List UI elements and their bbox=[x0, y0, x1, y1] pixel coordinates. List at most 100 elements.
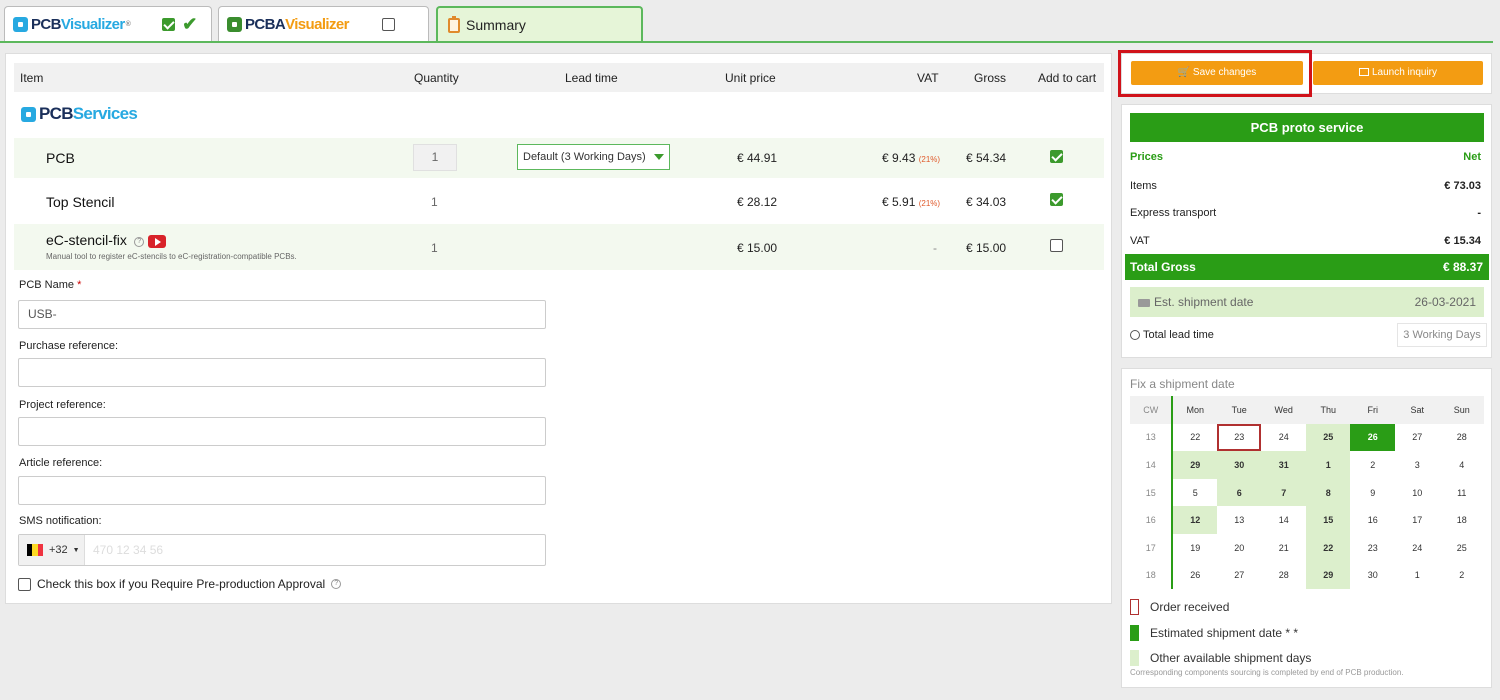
pre-production-approval-checkbox[interactable] bbox=[18, 577, 31, 591]
table-row-pcb: PCB 1 Default (3 Working Days) € 44.91 €… bbox=[14, 138, 1104, 178]
add-to-cart-checkbox[interactable] bbox=[1050, 150, 1063, 163]
tab-pcb-visualizer[interactable]: PCB Visualizer ® ✔ bbox=[4, 6, 212, 42]
calendar-day-available[interactable]: 31 bbox=[1261, 451, 1306, 479]
approval-row: Check this box if you Require Pre-produc… bbox=[18, 577, 342, 591]
calendar-day: 11 bbox=[1457, 487, 1467, 498]
youtube-icon[interactable] bbox=[147, 235, 166, 249]
unit-price: € 15.00 bbox=[737, 241, 778, 255]
calendar-day-available[interactable]: 6 bbox=[1216, 478, 1262, 507]
purchase-reference-input[interactable] bbox=[18, 358, 546, 387]
shipment-label-wrap: Est. shipment date bbox=[1138, 295, 1253, 309]
express-transport-value: - bbox=[1477, 207, 1481, 219]
calendar-day: 28 bbox=[1456, 432, 1467, 443]
tab-pcb-checkbox[interactable] bbox=[162, 18, 176, 31]
calendar-day-available[interactable]: 29 bbox=[1305, 561, 1351, 590]
calendar-day: 13 bbox=[1234, 515, 1245, 526]
calendar-header: Mon bbox=[1172, 396, 1217, 424]
calendar-day-available[interactable]: 22 bbox=[1305, 533, 1351, 562]
price-summary-panel: PCB proto service Prices Net Items € 73.… bbox=[1121, 104, 1492, 358]
calendar-day-available[interactable]: 25 bbox=[1305, 423, 1351, 452]
calendar-header: Thu bbox=[1305, 396, 1351, 424]
help-icon[interactable]: ? bbox=[331, 579, 342, 589]
calendar-day: 27 bbox=[1234, 570, 1245, 581]
calendar-day: 23 bbox=[1367, 542, 1378, 553]
chevron-down-icon bbox=[654, 154, 664, 160]
pcb-name-input[interactable]: USB- bbox=[18, 300, 546, 329]
calendar-day-available[interactable]: 30 bbox=[1216, 451, 1262, 479]
calendar-day-available[interactable]: 8 bbox=[1305, 478, 1351, 507]
shipment-date-bar: Est. shipment date 26-03-2021 bbox=[1130, 287, 1484, 317]
calendar-day-available[interactable]: 15 bbox=[1305, 506, 1351, 534]
tab-summary[interactable]: Summary bbox=[436, 6, 643, 42]
lead-time-label-wrap: Total lead time bbox=[1130, 329, 1214, 341]
legend-label: Estimated shipment date * * bbox=[1150, 626, 1299, 640]
vat-cell: € 9.43 (21%) bbox=[882, 151, 940, 165]
header-item: Item bbox=[20, 71, 44, 85]
item-name-cell: eC-stencil-fix ? bbox=[46, 232, 166, 249]
total-gross-bar: Total Gross € 88.37 bbox=[1125, 254, 1489, 280]
calendar-day: 2 bbox=[1459, 570, 1465, 581]
pcba-chip-icon bbox=[227, 17, 242, 32]
belgium-flag-icon bbox=[27, 544, 43, 556]
help-icon[interactable]: ? bbox=[134, 236, 145, 247]
calendar-header: Wed bbox=[1261, 396, 1306, 424]
calendar-day: 18 bbox=[1456, 515, 1467, 526]
calendar-day: 21 bbox=[1278, 542, 1289, 553]
calendar-title: Fix a shipment date bbox=[1130, 377, 1235, 391]
calendar-header: CW bbox=[1130, 396, 1174, 424]
logo-pcba-text: PCBA bbox=[245, 16, 286, 33]
item-description: Manual tool to register eC-stencils to e… bbox=[46, 252, 297, 261]
calendar-header: Sun bbox=[1439, 396, 1484, 424]
project-reference-input[interactable] bbox=[18, 417, 546, 446]
calendar-day-order-received: 23 bbox=[1216, 423, 1262, 452]
header-quantity: Quantity bbox=[414, 71, 459, 85]
tab-pcba-visualizer[interactable]: PCBA Visualizer bbox=[218, 6, 429, 42]
calendar-week: 18 bbox=[1130, 561, 1174, 590]
highlight-box bbox=[1118, 50, 1312, 97]
calendar-day-available[interactable]: 7 bbox=[1261, 478, 1306, 507]
calendar-day: 24 bbox=[1278, 432, 1289, 443]
total-lead-time-label: Total lead time bbox=[1143, 329, 1214, 341]
quantity-value: 1 bbox=[431, 195, 438, 209]
item-name: eC-stencil-fix bbox=[46, 232, 127, 248]
legend-available: Other available shipment days bbox=[1130, 650, 1311, 666]
calendar-day: 30 bbox=[1367, 570, 1378, 581]
clock-icon bbox=[1130, 330, 1140, 341]
shipment-calendar: CW Mon Tue Wed Thu Fri Sat Sun 13 22 23 … bbox=[1130, 396, 1484, 590]
add-to-cart-checkbox[interactable] bbox=[1050, 193, 1063, 206]
launch-inquiry-button[interactable]: Launch inquiry bbox=[1313, 61, 1483, 85]
tab-summary-label: Summary bbox=[466, 17, 526, 33]
caret-down-icon: ▼ bbox=[72, 546, 80, 554]
phone-input[interactable]: 470 12 34 56 bbox=[93, 543, 163, 557]
shipment-date-label: Est. shipment date bbox=[1154, 295, 1254, 309]
lead-time-select[interactable]: Default (3 Working Days) bbox=[517, 144, 670, 170]
pcb-name-label: PCB Name * bbox=[19, 279, 81, 291]
calendar-day-available[interactable]: 29 bbox=[1172, 451, 1217, 479]
pcb-chip-icon bbox=[13, 17, 28, 32]
calendar-day-available[interactable]: 1 bbox=[1305, 451, 1351, 479]
calendar-week: 16 bbox=[1130, 506, 1174, 534]
article-reference-label: Article reference: bbox=[19, 457, 103, 469]
country-code-select[interactable]: +32 ▼ bbox=[19, 535, 85, 565]
legend-swatch-estimated bbox=[1130, 625, 1139, 641]
add-to-cart-checkbox[interactable] bbox=[1050, 239, 1063, 252]
header-gross: Gross bbox=[974, 71, 1007, 85]
pcb-name-label-text: PCB Name bbox=[19, 279, 75, 291]
shipment-calendar-panel: Fix a shipment date CW Mon Tue Wed Thu F… bbox=[1121, 368, 1492, 688]
legend-swatch-received bbox=[1130, 599, 1139, 615]
quantity-input[interactable]: 1 bbox=[413, 144, 457, 171]
logo-visualizer-text: Visualizer bbox=[60, 16, 125, 33]
calendar-day-available[interactable]: 12 bbox=[1172, 506, 1217, 534]
header-vat: VAT bbox=[917, 71, 939, 85]
service-title: PCB proto service bbox=[1130, 113, 1484, 142]
calendar-day: 14 bbox=[1278, 515, 1289, 526]
calendar-day: 9 bbox=[1370, 487, 1376, 498]
trademark: ® bbox=[125, 21, 131, 28]
project-reference-label: Project reference: bbox=[19, 399, 106, 411]
calendar-day-estimated[interactable]: 26 bbox=[1350, 423, 1395, 452]
clipboard-icon bbox=[448, 15, 460, 33]
tab-pcba-checkbox[interactable] bbox=[381, 18, 395, 31]
gross-price: € 54.34 bbox=[966, 151, 1007, 165]
vat-value: € 9.43 bbox=[882, 151, 916, 165]
article-reference-input[interactable] bbox=[18, 476, 546, 505]
